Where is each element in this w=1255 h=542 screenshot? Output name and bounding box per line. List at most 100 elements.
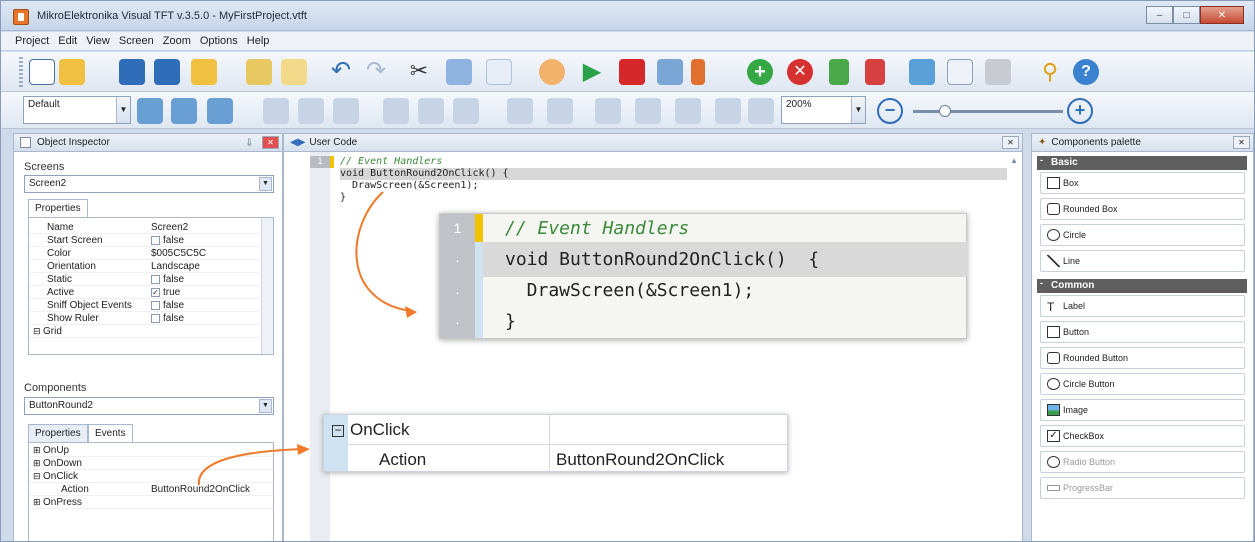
property-value[interactable]: $005C5C5C [151,248,206,259]
add-style-icon[interactable] [137,98,163,124]
checkbox-icon[interactable] [151,235,160,245]
align-center-icon[interactable] [333,98,359,124]
import-icon[interactable] [829,59,849,85]
cut-icon[interactable]: ✂ [406,59,432,85]
copy-icon[interactable] [446,59,472,85]
palette-item[interactable]: T Label [1040,295,1245,317]
align-middle-icon[interactable] [453,98,479,124]
scroll-up-icon[interactable]: ▲ [1010,156,1018,165]
help-icon[interactable]: ? [1073,59,1099,85]
palette-item[interactable]: Button [1040,321,1245,343]
image-converter-icon[interactable] [909,59,935,85]
align-top-icon[interactable] [383,98,409,124]
save-as-icon[interactable] [154,59,180,85]
property-row[interactable]: Orientation Landscape [29,261,259,273]
code-area[interactable]: // Event Handlers void ButtonRound2OnCli… [340,156,509,204]
save-icon[interactable] [119,59,145,85]
palette-item[interactable]: Circle Button [1040,373,1245,395]
palette-group-basic[interactable]: Basic [1037,156,1247,170]
close-icon[interactable]: ✕ [1002,136,1019,149]
close-icon[interactable]: ✕ [262,136,279,149]
redo-icon[interactable]: ↷ [363,59,389,85]
palette-item[interactable]: Radio Button [1040,451,1245,473]
align-right-icon[interactable] [298,98,324,124]
resources-icon[interactable] [657,59,683,85]
collapse-icon[interactable]: − [332,424,344,437]
menu-options[interactable]: Options [200,35,238,47]
event-row[interactable]: ⊞ OnDown [29,458,273,470]
property-value[interactable]: Screen2 [151,222,188,233]
checkbox-icon[interactable] [151,300,160,310]
property-row[interactable]: Show Ruler false [29,313,259,325]
center-vertical-icon[interactable] [748,98,774,124]
screen-select[interactable]: Screen2 ▼ [24,175,274,193]
menu-view[interactable]: View [86,35,110,47]
zoom-slider-thumb[interactable] [939,105,951,117]
checkbox-icon[interactable] [151,313,160,323]
property-value[interactable]: false [151,235,184,246]
property-value[interactable]: Landscape [151,261,200,272]
palette-item[interactable]: Rounded Button [1040,347,1245,369]
preview-icon[interactable] [947,59,973,85]
collapse-icon[interactable]: ⊟ [33,471,41,482]
zoom-combo[interactable]: 200% ▼ [781,96,866,124]
undo-icon[interactable]: ↶ [328,59,354,85]
chevron-down-icon[interactable]: ▼ [259,177,272,191]
palette-item[interactable]: Rounded Box [1040,198,1245,220]
chevron-down-icon[interactable]: ▼ [116,97,130,123]
chevron-down-icon[interactable]: ▼ [851,97,865,123]
event-row[interactable]: ⊞ OnPress [29,497,273,509]
open-folder-icon[interactable] [59,59,85,85]
menu-screen[interactable]: Screen [119,35,154,47]
build-gear-icon[interactable] [539,59,565,85]
menu-zoom[interactable]: Zoom [163,35,191,47]
align-bottom-icon[interactable] [418,98,444,124]
event-row[interactable]: ⊞ OnUp [29,445,273,457]
style-combo[interactable]: Default ▼ [23,96,131,124]
property-row[interactable]: Name Screen2 [29,222,259,234]
palette-group-common[interactable]: Common [1037,279,1247,293]
checkbox-icon[interactable] [151,274,160,284]
space-horizontal-icon[interactable] [507,98,533,124]
expand-icon[interactable]: ⊞ [33,458,41,469]
properties-scrollbar[interactable] [261,218,273,354]
palette-item[interactable]: Circle [1040,224,1245,246]
tools-icon[interactable] [691,59,705,85]
property-row[interactable]: Static false [29,274,259,286]
close-button[interactable]: ✕ [1200,6,1244,24]
same-size-icon[interactable] [595,98,621,124]
component-select[interactable]: ButtonRound2 ▼ [24,397,274,415]
space-vertical-icon[interactable] [547,98,573,124]
event-row[interactable]: ⊟ OnClick [29,471,273,483]
zoom-out-icon[interactable]: − [877,98,903,124]
palette-item[interactable]: Line [1040,250,1245,272]
zoom-slider[interactable] [913,110,1063,113]
add-screen-icon[interactable]: + [747,59,773,85]
checked-icon[interactable]: ✓ [151,287,160,297]
menu-project[interactable]: Project [15,35,49,47]
expand-icon[interactable]: ⊞ [33,497,41,508]
remove-screen-icon[interactable]: ✕ [787,59,813,85]
tab-events[interactable]: Events [88,424,133,442]
print-icon[interactable] [985,59,1011,85]
property-row[interactable]: ⊟ Grid [29,326,259,338]
property-value[interactable]: false [151,313,184,324]
expand-icon[interactable]: ⊟ [33,326,41,337]
expand-icon[interactable]: ⊞ [33,445,41,456]
palette-item[interactable]: Box [1040,172,1245,194]
chevron-down-icon[interactable]: ▼ [259,399,272,413]
close-project-icon[interactable] [191,59,217,85]
project-settings-icon[interactable] [246,59,272,85]
property-row[interactable]: Start Screen false [29,235,259,247]
zoom-in-icon[interactable]: + [1067,98,1093,124]
pin-icon[interactable]: ⇓ [245,136,254,149]
run-icon[interactable]: ▶ [579,59,605,85]
property-value[interactable]: false [151,274,184,285]
tab-properties[interactable]: Properties [28,199,88,217]
tab-properties[interactable]: Properties [28,424,88,442]
event-row[interactable]: Action ButtonRound2OnClick [29,484,273,496]
paste-icon[interactable] [486,59,512,85]
key-icon[interactable]: ⚲ [1037,59,1063,85]
export-icon[interactable] [865,59,885,85]
palette-item[interactable]: ✓ CheckBox [1040,425,1245,447]
